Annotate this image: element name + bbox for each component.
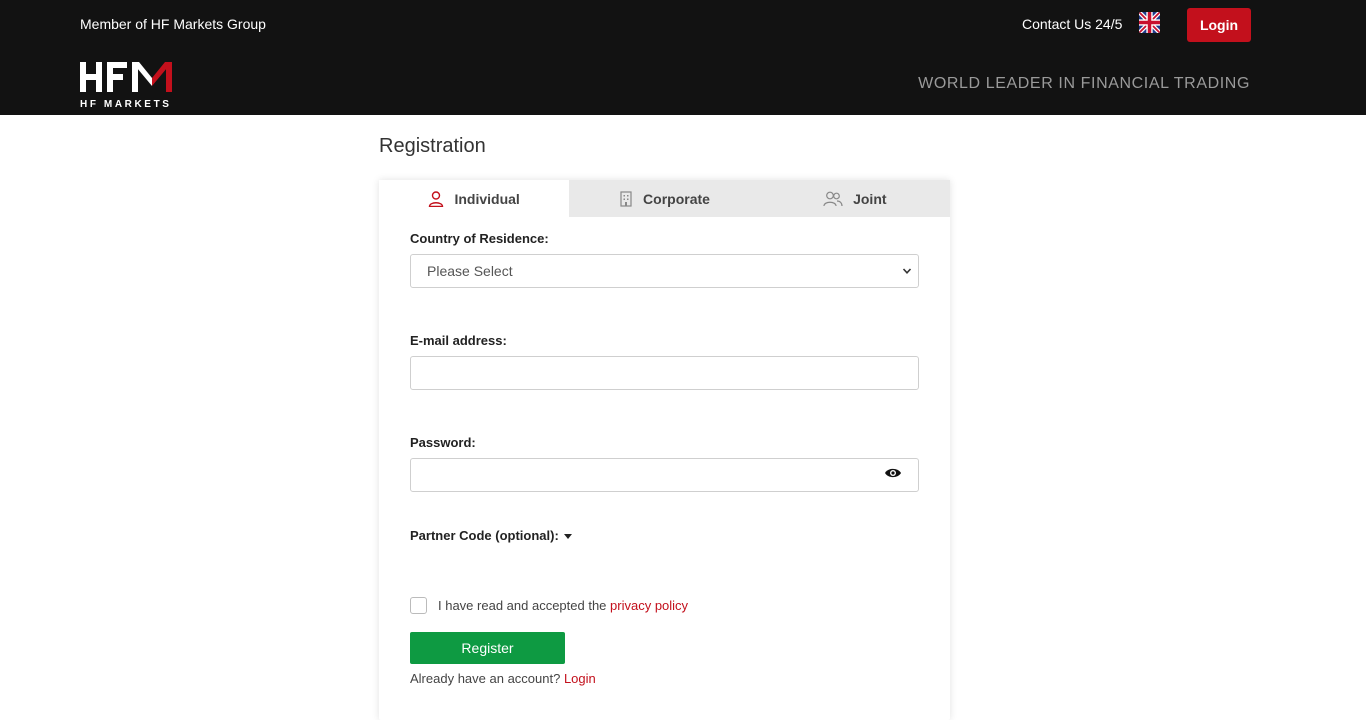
account-type-tabs: Individual Corporate Joint: [379, 180, 950, 217]
register-button[interactable]: Register: [410, 632, 565, 664]
privacy-checkbox[interactable]: [410, 597, 427, 614]
caret-down-icon: [563, 533, 572, 539]
tab-individual[interactable]: Individual: [379, 180, 570, 217]
uk-flag-icon[interactable]: [1139, 12, 1160, 33]
users-icon: [823, 191, 843, 206]
registration-card: Individual Corporate Joint Country of Re…: [379, 180, 950, 720]
tab-label: Individual: [454, 190, 520, 207]
top-header: Member of HF Markets Group Contact Us 24…: [0, 0, 1366, 115]
tagline: WORLD LEADER IN FINANCIAL TRADING: [918, 75, 1250, 92]
password-field[interactable]: [410, 458, 919, 492]
member-text: Member of HF Markets Group: [80, 16, 266, 32]
partner-code-toggle[interactable]: Partner Code (optional):: [410, 528, 573, 543]
header-login-button[interactable]: Login: [1187, 8, 1251, 42]
partner-code-label: Partner Code (optional):: [410, 528, 559, 543]
eye-icon[interactable]: [884, 466, 902, 480]
logo-subtitle: HF MARKETS: [80, 99, 172, 110]
hfm-logo[interactable]: HF MARKETS: [80, 60, 180, 110]
already-account-text: Already have an account? Login: [410, 671, 596, 686]
password-label: Password:: [410, 435, 476, 450]
email-field[interactable]: [410, 356, 919, 390]
tab-label: Corporate: [643, 190, 710, 207]
already-prefix: Already have an account?: [410, 671, 561, 686]
building-icon: [620, 190, 632, 207]
privacy-policy-link[interactable]: privacy policy: [610, 598, 688, 613]
tab-corporate[interactable]: Corporate: [569, 180, 759, 217]
page-title: Registration: [379, 135, 486, 157]
country-label: Country of Residence:: [410, 231, 549, 246]
tab-joint[interactable]: Joint: [760, 180, 950, 217]
country-select[interactable]: Please Select: [410, 254, 919, 288]
login-link[interactable]: Login: [564, 671, 596, 686]
privacy-text: I have read and accepted the privacy pol…: [438, 598, 688, 613]
chevron-down-icon: [902, 268, 912, 274]
privacy-prefix: I have read and accepted the: [438, 598, 607, 613]
country-select-value: Please Select: [427, 263, 513, 279]
hfm-logo-mark: [80, 62, 172, 92]
contact-us-link[interactable]: Contact Us 24/5: [1022, 16, 1122, 32]
tab-label: Joint: [853, 190, 887, 207]
user-icon: [429, 190, 444, 207]
email-label: E-mail address:: [410, 333, 507, 348]
